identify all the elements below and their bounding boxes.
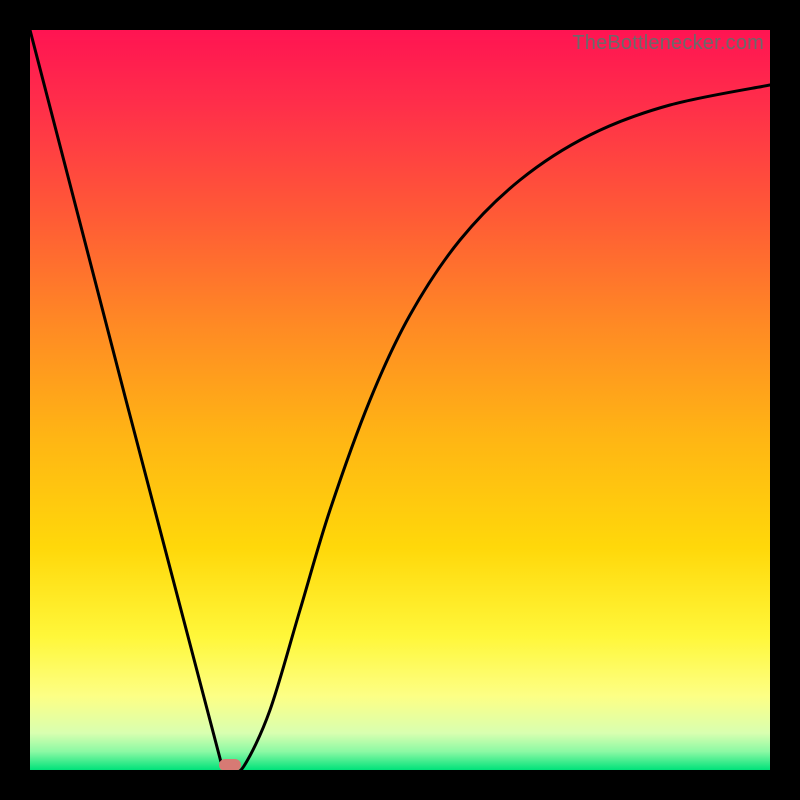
plot-area: TheBottlenecker.com xyxy=(30,30,770,770)
bottleneck-marker xyxy=(219,759,241,770)
bottleneck-curve xyxy=(30,30,770,770)
watermark-text: TheBottlenecker.com xyxy=(572,32,764,55)
